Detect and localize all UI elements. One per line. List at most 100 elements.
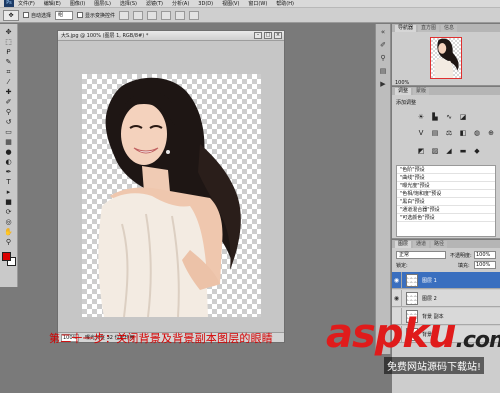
history-panel-icon[interactable]: ▤ — [378, 67, 388, 76]
menu-analysis[interactable]: 分析(A) — [172, 0, 189, 7]
navigator-panel: 导航器 直方图 信息 100% — [392, 24, 500, 86]
move-tool-icon[interactable]: ✥ — [3, 28, 15, 37]
tab-paths[interactable]: 路径 — [431, 241, 448, 248]
canvas-area[interactable] — [58, 41, 284, 332]
menu-help[interactable]: 帮助(H) — [276, 0, 294, 7]
navigator-thumbnail[interactable] — [430, 37, 462, 79]
blend-mode-select[interactable]: 正常 — [396, 251, 446, 259]
foreground-color-swatch[interactable] — [1, 252, 11, 261]
opacity-input[interactable]: 100% — [474, 251, 496, 259]
quick-select-icon[interactable]: ✎ — [3, 58, 15, 67]
tab-histogram[interactable]: 直方图 — [418, 25, 440, 32]
menu-window[interactable]: 窗口(W) — [248, 0, 267, 7]
auto-select-target-select[interactable]: 组 — [55, 10, 74, 20]
actions-panel-icon[interactable]: ▶ — [378, 80, 388, 89]
preset-levels[interactable]: "色阶"预设 — [397, 166, 495, 174]
menu-file[interactable]: 文件(F) — [18, 0, 35, 7]
brightness-icon[interactable]: ☀ — [416, 113, 426, 122]
menu-view[interactable]: 视图(V) — [222, 0, 239, 7]
eye-icon[interactable]: ◉ — [392, 271, 402, 289]
shape-icon[interactable]: ■ — [3, 198, 15, 207]
vibrance-icon[interactable]: V — [416, 129, 426, 138]
close-button[interactable]: × — [274, 32, 282, 39]
preset-selective-color[interactable]: "可选颜色"预设 — [397, 214, 495, 222]
exposure-icon[interactable]: ◪ — [458, 113, 468, 122]
blur-icon[interactable]: ● — [3, 148, 15, 157]
align-left-button[interactable] — [161, 10, 172, 20]
eraser-icon[interactable]: ▭ — [3, 128, 15, 137]
levels-icon[interactable]: ▙ — [430, 113, 440, 122]
tab-info[interactable]: 信息 — [441, 25, 458, 32]
preset-curves[interactable]: "曲线"预设 — [397, 174, 495, 182]
align-top-button[interactable] — [119, 10, 130, 20]
preset-hue-saturation[interactable]: "色相/饱和度"预设 — [397, 190, 495, 198]
eyedropper-icon[interactable]: ⁄ — [3, 78, 15, 87]
tab-channels[interactable]: 通道 — [413, 241, 430, 248]
history-brush-icon[interactable]: ↺ — [3, 118, 15, 127]
menu-filter[interactable]: 滤镜(T) — [146, 0, 163, 7]
menu-edit[interactable]: 编辑(E) — [44, 0, 61, 7]
channel-mixer-icon[interactable]: ⊕ — [486, 129, 496, 138]
gradient-map-icon[interactable]: ▬ — [458, 147, 468, 156]
align-bottom-button[interactable] — [147, 10, 158, 20]
menu-select[interactable]: 选择(S) — [120, 0, 137, 7]
pen-icon[interactable]: ✒ — [3, 168, 15, 177]
move-tool-icon[interactable]: ✥ — [3, 9, 19, 21]
minimize-button[interactable]: – — [254, 32, 262, 39]
opacity-label: 不透明度: — [450, 253, 472, 259]
align-middle-button[interactable] — [133, 10, 144, 20]
lasso-icon[interactable]: ᑭ — [3, 48, 15, 57]
maximize-button[interactable]: □ — [264, 32, 272, 39]
healing-brush-icon[interactable]: ✚ — [3, 88, 15, 97]
threshold-icon[interactable]: ◢ — [444, 147, 454, 156]
curves-icon[interactable]: ∿ — [444, 113, 454, 122]
clone-source-icon[interactable]: ⚲ — [378, 54, 388, 63]
menu-3d[interactable]: 3D(D) — [198, 1, 213, 7]
tab-masks[interactable]: 蒙版 — [413, 88, 430, 95]
auto-select-checkbox[interactable]: 自动选择 — [23, 12, 51, 19]
color-balance-icon[interactable]: ⚖ — [444, 129, 454, 138]
canvas[interactable] — [82, 74, 261, 317]
color-swatches[interactable] — [1, 252, 16, 266]
photo-filter-icon[interactable]: ◍ — [472, 129, 482, 138]
show-transform-checkbox[interactable]: 显示变换控件 — [77, 12, 115, 19]
fill-input[interactable]: 100% — [474, 261, 496, 269]
align-right-button[interactable] — [189, 10, 200, 20]
selective-color-icon[interactable]: ◆ — [472, 147, 482, 156]
posterize-icon[interactable]: ▨ — [430, 147, 440, 156]
gradient-icon[interactable]: ▦ — [3, 138, 15, 147]
preset-black-white[interactable]: "黑白"预设 — [397, 198, 495, 206]
navigator-zoom[interactable]: 100% — [395, 80, 409, 86]
checkbox-box[interactable] — [23, 12, 29, 18]
path-select-icon[interactable]: ▸ — [3, 188, 15, 197]
crop-icon[interactable]: ⌗ — [3, 68, 15, 77]
menu-layer[interactable]: 图层(L) — [94, 0, 111, 7]
align-center-button[interactable] — [175, 10, 186, 20]
type-icon[interactable]: T — [3, 178, 15, 187]
zoom-icon[interactable]: ⚲ — [3, 238, 15, 247]
clone-stamp-icon[interactable]: ⚲ — [3, 108, 15, 117]
hue-saturation-icon[interactable]: ▤ — [430, 129, 440, 138]
3d-rotate-icon[interactable]: ⟳ — [3, 208, 15, 217]
layer-row-layer-1[interactable]: ◉ 图层 1 — [392, 271, 500, 289]
dodge-icon[interactable]: ◐ — [3, 158, 15, 167]
brush-icon[interactable]: ✐ — [3, 98, 15, 107]
preset-exposure[interactable]: "曝光度"预设 — [397, 182, 495, 190]
document-titlebar[interactable]: 大S.jpg @ 100% (图层 1, RGB/8#) * – □ × — [58, 31, 284, 41]
invert-icon[interactable]: ◩ — [416, 147, 426, 156]
marquee-icon[interactable]: ⬚ — [3, 38, 15, 47]
collapse-arrow-icon[interactable]: « — [378, 28, 388, 37]
3d-orbit-icon[interactable]: ◎ — [3, 218, 15, 227]
eye-icon[interactable]: ◉ — [392, 289, 402, 307]
preset-channel-mixer[interactable]: "通道混合器"预设 — [397, 206, 495, 214]
tab-adjustments[interactable]: 调整 — [395, 88, 412, 95]
tab-layers[interactable]: 图层 — [395, 241, 412, 248]
layer-row-layer-2[interactable]: ◉ 图层 2 — [392, 289, 500, 307]
tab-navigator[interactable]: 导航器 — [395, 25, 417, 32]
checkbox-box[interactable] — [77, 12, 84, 18]
brush-panel-icon[interactable]: ✐ — [378, 41, 388, 50]
menu-image[interactable]: 图像(I) — [70, 0, 85, 7]
black-white-icon[interactable]: ◧ — [458, 129, 468, 138]
hand-icon[interactable]: ✋ — [3, 228, 15, 237]
face-shape — [121, 103, 167, 165]
